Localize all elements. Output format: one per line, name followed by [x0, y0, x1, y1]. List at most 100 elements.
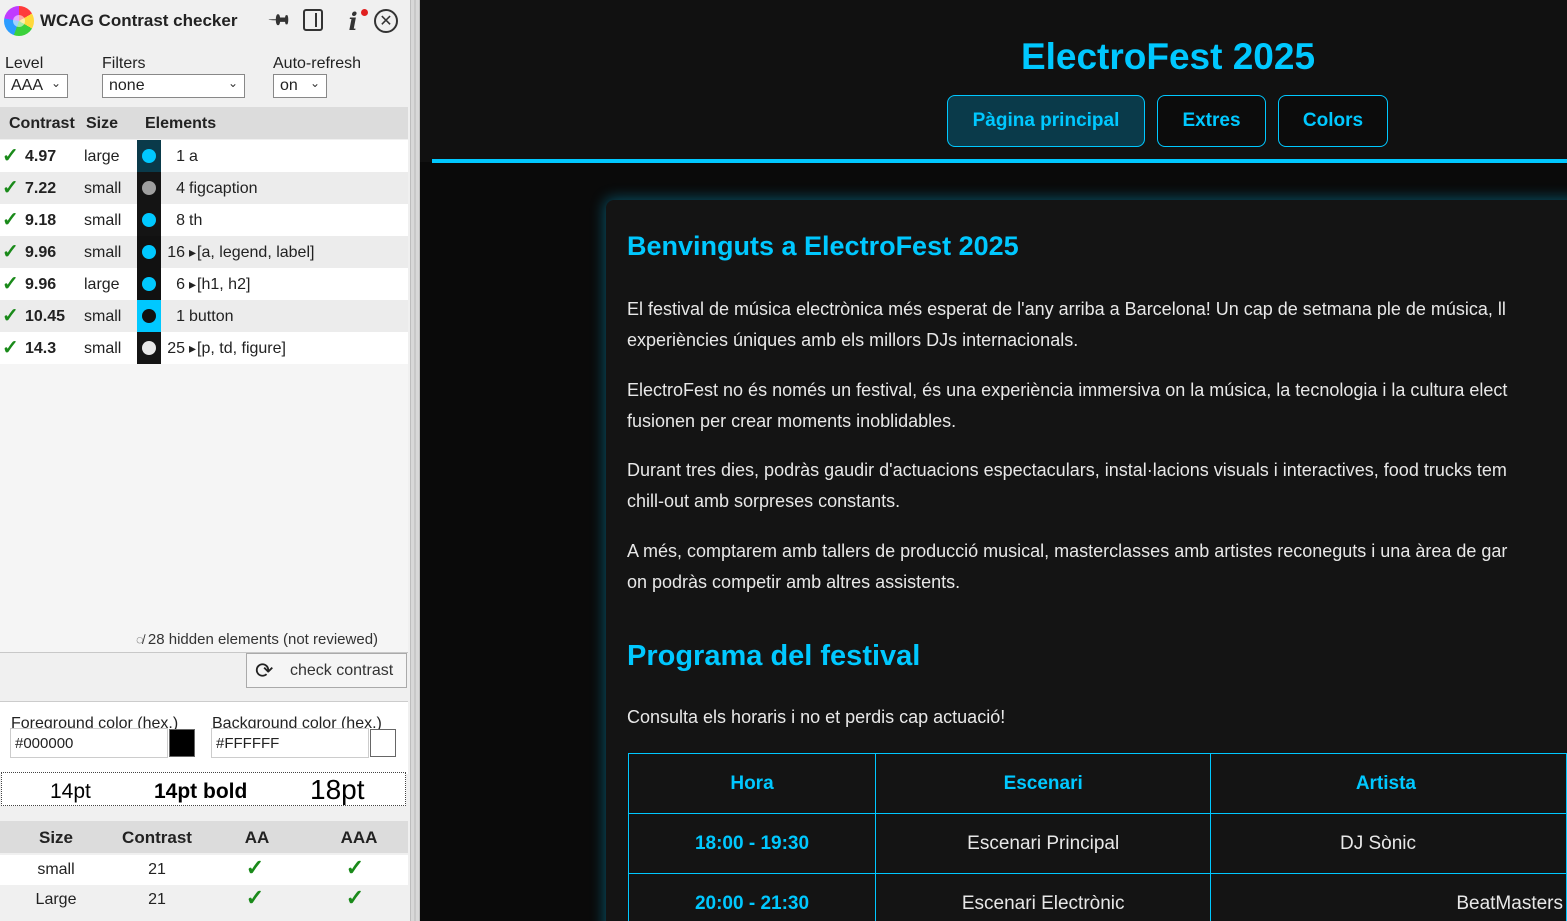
- header-size[interactable]: Size: [86, 115, 118, 133]
- background-hex-input[interactable]: [211, 728, 369, 758]
- nav-home-button[interactable]: Pàgina principal: [947, 95, 1145, 147]
- contrast-ratio: 4.97: [25, 148, 57, 165]
- check-icon: ✓: [2, 241, 19, 263]
- splitter-grip[interactable]: [414, 0, 416, 921]
- element-list: figcaption: [189, 180, 258, 197]
- table-cell: 18:00 - 19:30: [627, 813, 877, 874]
- element-list[interactable]: [h1, h2]: [189, 276, 250, 294]
- table-cell: DJ Sònic: [1210, 813, 1567, 874]
- check-icon: ✓: [2, 209, 19, 231]
- contrast-ratio: 9.96: [25, 276, 57, 293]
- list-item[interactable]: ✓ 10.45 small 1 button: [0, 300, 408, 332]
- check-icon: ✓: [245, 855, 265, 880]
- result-row-small: small 21 ✓ ✓: [0, 855, 408, 885]
- text-size: small: [84, 340, 122, 357]
- column-header: Hora: [627, 753, 877, 814]
- table-header-row: Hora Escenari Artista: [627, 753, 1567, 814]
- list-item[interactable]: ✓ 14.3 small 25[p, td, figure]: [0, 332, 408, 364]
- table-cell: Escenari Electrònic: [875, 873, 1212, 921]
- text-size: large: [84, 276, 120, 293]
- table-cell: BeatMasters: [1210, 873, 1567, 921]
- autorefresh-select[interactable]: on ⌄: [273, 74, 327, 98]
- paragraph-2: ElectroFest no és només un festival, és …: [627, 380, 1508, 431]
- element-count: 8: [176, 212, 185, 229]
- list-item[interactable]: ✓ 4.97 large 1 a: [0, 140, 408, 172]
- color-sample: [137, 140, 161, 172]
- background-color-swatch[interactable]: [370, 729, 396, 757]
- result-contrast: 21: [148, 861, 166, 878]
- website-viewport: ElectroFest 2025 Pàgina principal Extres…: [420, 0, 1567, 921]
- check-icon: ✓: [2, 273, 19, 295]
- check-icon: ✓: [245, 885, 265, 910]
- contrast-ratio: 14.3: [25, 340, 57, 357]
- nav-extres-button[interactable]: Extres: [1157, 95, 1266, 147]
- results-list: ✓ 4.97 large 1 a ✓ 7.22 small 4 figcaption ✓ 9.18 sm…: [0, 140, 408, 364]
- element-count: 16: [167, 244, 185, 261]
- result-header-aa: AA: [244, 828, 270, 847]
- foreground-dot: [142, 149, 156, 163]
- close-icon[interactable]: ✕: [374, 9, 398, 33]
- contrast-ratio: 9.96: [25, 244, 57, 261]
- dock-panel-icon[interactable]: [303, 9, 323, 31]
- hidden-elements-note: ◌̸ 28 hidden elements (not reviewed): [136, 631, 379, 648]
- program-intro: Consulta els horaris i no et perdis cap …: [627, 707, 1006, 727]
- site-title: ElectroFest 2025: [1020, 36, 1316, 77]
- column-header: Artista: [1210, 753, 1567, 814]
- element-count: 25: [167, 340, 185, 357]
- text-size: small: [84, 180, 122, 197]
- panel-splitter[interactable]: [410, 0, 420, 921]
- text-size: small: [84, 244, 122, 261]
- foreground-dot: [142, 181, 156, 195]
- element-list: a: [189, 148, 198, 165]
- chevron-down-icon: ⌄: [309, 76, 320, 90]
- filters-label: Filters: [102, 55, 146, 72]
- panel-title: WCAG Contrast checker: [40, 11, 238, 30]
- element-count: 6: [176, 276, 185, 293]
- check-icon: ✓: [2, 305, 19, 327]
- check-contrast-button[interactable]: ⟳ check contrast: [246, 653, 407, 688]
- element-list[interactable]: [p, td, figure]: [189, 340, 286, 358]
- result-header-aaa: AAA: [340, 828, 378, 847]
- welcome-heading: Benvinguts a ElectroFest 2025: [627, 231, 1019, 261]
- color-sample: [137, 172, 161, 204]
- foreground-dot: [142, 341, 156, 355]
- autorefresh-value: on: [280, 77, 298, 94]
- check-icon: ✓: [345, 855, 365, 880]
- header-elements[interactable]: Elements: [145, 115, 216, 133]
- list-item[interactable]: ✓ 9.18 small 8th: [0, 204, 408, 236]
- color-sample: [137, 204, 161, 236]
- level-select[interactable]: AAA ⌄: [4, 74, 68, 98]
- check-icon: ✓: [2, 337, 19, 359]
- color-sample: [137, 236, 161, 268]
- element-list: button: [189, 308, 234, 325]
- filters-value: none: [109, 77, 145, 94]
- color-sample: [137, 332, 161, 364]
- nav-colors-button[interactable]: Colors: [1278, 95, 1388, 147]
- element-count: 1: [176, 308, 185, 325]
- list-item[interactable]: ✓ 9.96 large 6[h1, h2]: [0, 268, 408, 300]
- check-icon: ✓: [2, 145, 19, 167]
- element-list[interactable]: [a, legend, label]: [189, 244, 314, 262]
- foreground-hex-input[interactable]: [10, 728, 168, 758]
- result-size: Large: [35, 891, 77, 908]
- preview-18pt: 18pt: [310, 774, 365, 805]
- list-item[interactable]: ✓ 7.22 small 4 figcaption: [0, 172, 408, 204]
- color-sample: [137, 300, 161, 332]
- filters-select[interactable]: none ⌄: [102, 74, 245, 98]
- text-size: large: [84, 148, 120, 165]
- color-sample: [137, 268, 161, 300]
- result-table-header: Size Contrast AA AAA: [0, 821, 408, 853]
- result-contrast: 21: [148, 891, 166, 908]
- table-cell: 20:00 - 21:30: [627, 873, 877, 921]
- text-size: small: [84, 308, 122, 325]
- element-list: th: [189, 212, 203, 229]
- foreground-color-swatch[interactable]: [169, 729, 195, 757]
- pin-icon[interactable]: 🖈: [261, 3, 298, 40]
- schedule-table: Hora Escenari Artista 18:00 - 19:30 Esce…: [627, 753, 1567, 921]
- list-item[interactable]: ✓ 9.96 small 16[a, legend, label]: [0, 236, 408, 268]
- header-contrast[interactable]: Contrast: [9, 115, 75, 133]
- foreground-dot: [142, 245, 156, 259]
- results-header: Contrast Size Elements: [0, 107, 408, 139]
- level-label: Level: [5, 55, 44, 72]
- eye-slash-icon: ◌̸: [136, 632, 144, 647]
